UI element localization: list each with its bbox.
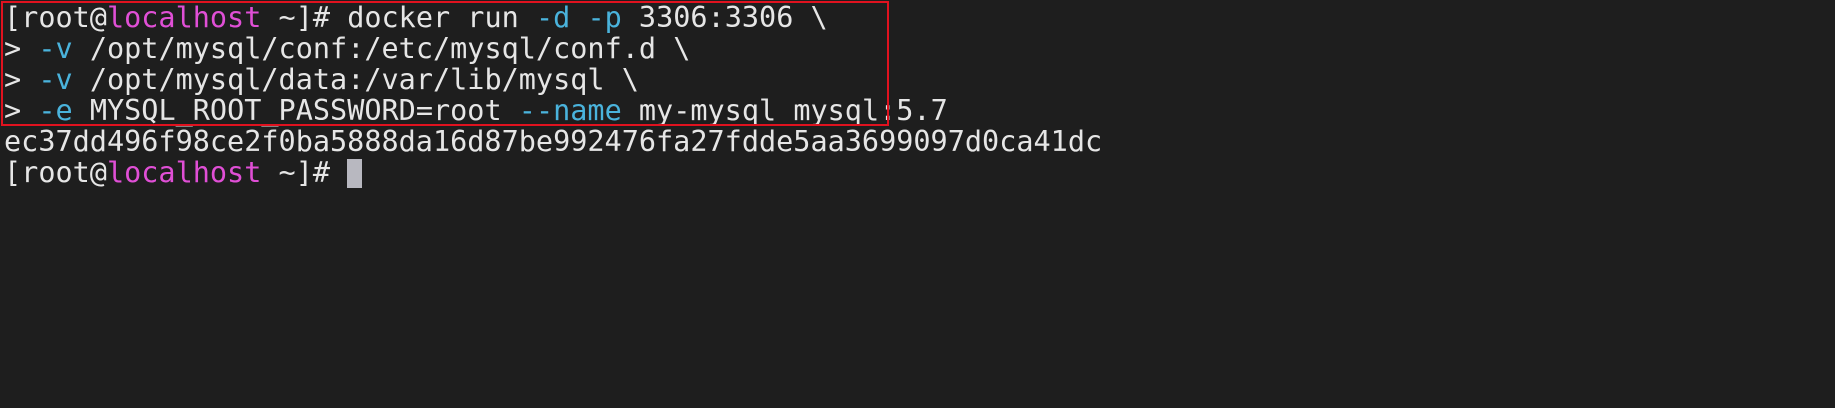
- prompt-close: ~]#: [261, 1, 348, 34]
- prompt-open: [root@: [4, 1, 107, 34]
- flag-publish: -p: [587, 1, 622, 34]
- prompt-close: ~]#: [261, 156, 348, 189]
- command-line-2: > -v /opt/mysql/conf:/etc/mysql/conf.d \: [4, 33, 690, 64]
- command-docker-run: docker run: [347, 1, 536, 34]
- volume-data-arg: /opt/mysql/data:/var/lib/mysql \: [72, 63, 639, 96]
- continuation-prompt: >: [4, 63, 39, 96]
- prompt-hostname: localhost: [106, 156, 262, 189]
- flag-volume: -v: [38, 32, 73, 65]
- command-line-4: > -e MYSQL_ROOT_PASSWORD=root --name my-…: [4, 95, 948, 126]
- text-cursor[interactable]: [347, 159, 363, 188]
- terminal-window[interactable]: [root@localhost ~]# docker run -d -p 330…: [0, 0, 1835, 408]
- command-line-1: [root@localhost ~]# docker run -d -p 330…: [4, 2, 828, 33]
- prompt-open: [root@: [4, 156, 107, 189]
- prompt-line[interactable]: [root@localhost ~]#: [4, 156, 363, 189]
- prompt-hostname: localhost: [106, 1, 262, 34]
- flag-detach: -d: [535, 1, 571, 34]
- continuation-prompt: >: [4, 32, 39, 65]
- output-container-id: ec37dd496f98ce2f0ba5888da16d87be992476fa…: [4, 125, 1103, 158]
- flag-env: -e: [38, 94, 73, 127]
- continuation-prompt: >: [4, 94, 39, 127]
- volume-conf-arg: /opt/mysql/conf:/etc/mysql/conf.d \: [72, 32, 691, 65]
- flag-space: [570, 1, 587, 34]
- container-name-image: my-mysql mysql:5.7: [621, 94, 948, 127]
- flag-name: --name: [518, 94, 622, 127]
- command-line-3: > -v /opt/mysql/data:/var/lib/mysql \: [4, 64, 639, 95]
- env-password-arg: MYSQL_ROOT_PASSWORD=root: [72, 94, 519, 127]
- port-mapping: 3306:3306 \: [621, 1, 828, 34]
- flag-volume: -v: [38, 63, 73, 96]
